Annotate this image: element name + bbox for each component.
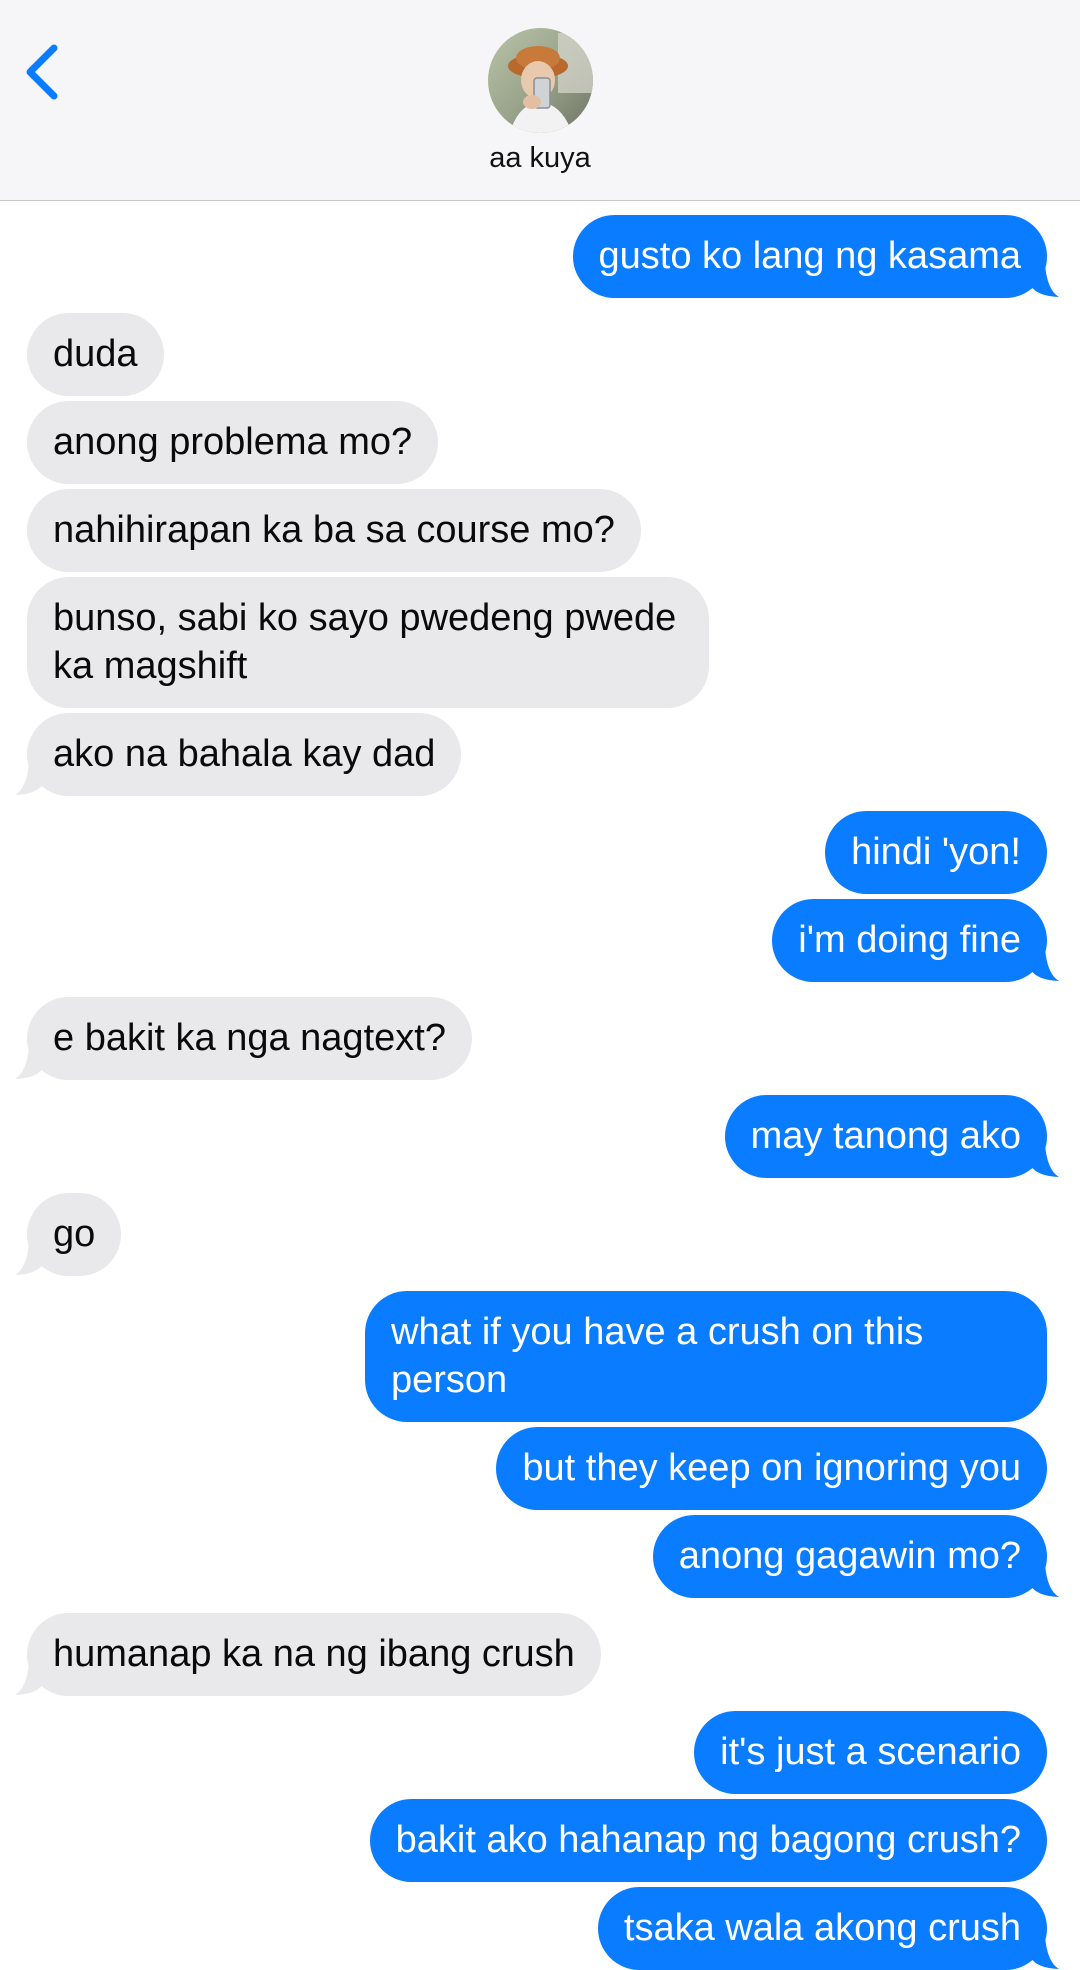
- sent-message-bubble[interactable]: i'm doing fine: [772, 899, 1059, 982]
- message-text: anong problema mo?: [53, 421, 413, 463]
- message-text: bakit ako hahanap ng bagong crush?: [395, 1819, 1021, 1861]
- received-message-row: e bakit ka nga nagtext?: [0, 997, 1080, 1080]
- message-text: nahihirapan ka ba sa course mo?: [53, 509, 615, 551]
- sent-message-bubble[interactable]: but they keep on ignoring you: [496, 1427, 1047, 1510]
- sent-message-bubble[interactable]: hindi 'yon!: [825, 811, 1047, 894]
- received-message-row: anong problema mo?: [0, 401, 1080, 484]
- bubble-tail: [15, 762, 43, 795]
- received-message-bubble[interactable]: go: [15, 1193, 122, 1276]
- message-thread: gusto ko lang ng kasama duda anong problem…: [0, 200, 1080, 1970]
- bubble-tail: [1031, 1144, 1059, 1177]
- sent-message-bubble[interactable]: may tanong ako: [724, 1095, 1059, 1178]
- received-message-row: ako na bahala kay dad: [0, 713, 1080, 796]
- sent-message-bubble[interactable]: tsaka wala akong crush: [597, 1887, 1059, 1970]
- sent-message-bubble[interactable]: anong gagawin mo?: [652, 1515, 1059, 1598]
- sent-message-bubble[interactable]: what if you have a crush on this person: [365, 1291, 1047, 1422]
- contact-avatar-image: [488, 28, 593, 133]
- message-text: what if you have a crush on this person: [391, 1311, 924, 1401]
- received-message-row: duda: [0, 313, 1080, 396]
- bubble-tail: [15, 1242, 43, 1275]
- message-text: anong gagawin mo?: [678, 1535, 1021, 1577]
- sent-message-row: but they keep on ignoring you: [0, 1427, 1080, 1510]
- bubble-tail: [15, 1046, 43, 1079]
- received-message-bubble[interactable]: duda: [27, 313, 164, 396]
- bubble-tail: [1031, 264, 1059, 297]
- message-text: may tanong ako: [750, 1115, 1021, 1157]
- chevron-left-icon: [26, 44, 58, 100]
- received-message-bubble[interactable]: humanap ka na ng ibang crush: [15, 1613, 601, 1696]
- received-message-bubble[interactable]: e bakit ka nga nagtext?: [15, 997, 472, 1080]
- message-text: i'm doing fine: [798, 919, 1021, 961]
- message-text: hindi 'yon!: [851, 831, 1021, 873]
- sent-message-bubble[interactable]: bakit ako hahanap ng bagong crush?: [369, 1799, 1047, 1882]
- message-text: e bakit ka nga nagtext?: [53, 1017, 446, 1059]
- sent-message-row: i'm doing fine: [0, 899, 1080, 982]
- received-message-bubble[interactable]: ako na bahala kay dad: [15, 713, 462, 796]
- message-text: but they keep on ignoring you: [522, 1447, 1021, 1489]
- sent-message-row: may tanong ako: [0, 1095, 1080, 1178]
- bubble-tail: [1031, 1936, 1059, 1969]
- sent-message-row: gusto ko lang ng kasama: [0, 215, 1080, 298]
- received-message-bubble[interactable]: bunso, sabi ko sayo pwedeng pwede ka mag…: [27, 577, 709, 708]
- received-message-row: bunso, sabi ko sayo pwedeng pwede ka mag…: [0, 577, 1080, 708]
- message-text: gusto ko lang ng kasama: [598, 235, 1022, 277]
- message-text: ako na bahala kay dad: [53, 733, 436, 775]
- received-message-row: nahihirapan ka ba sa course mo?: [0, 489, 1080, 572]
- message-text: bunso, sabi ko sayo pwedeng pwede ka mag…: [53, 597, 677, 687]
- back-button[interactable]: [18, 40, 78, 104]
- sent-message-row: hindi 'yon!: [0, 811, 1080, 894]
- bubble-tail: [1031, 1564, 1059, 1597]
- sent-message-row: it's just a scenario: [0, 1711, 1080, 1794]
- message-text: humanap ka na ng ibang crush: [53, 1633, 575, 1675]
- sent-message-row: anong gagawin mo?: [0, 1515, 1080, 1598]
- contact-name[interactable]: aa kuya: [0, 142, 1080, 175]
- avatar[interactable]: [488, 28, 593, 133]
- received-message-bubble[interactable]: anong problema mo?: [27, 401, 439, 484]
- conversation-header: aa kuya: [0, 0, 1080, 201]
- message-text: it's just a scenario: [720, 1731, 1021, 1773]
- message-text: go: [53, 1213, 96, 1255]
- sent-message-row: bakit ako hahanap ng bagong crush?: [0, 1799, 1080, 1882]
- message-text: tsaka wala akong crush: [623, 1907, 1021, 1949]
- message-text: duda: [53, 333, 138, 375]
- sent-message-row: tsaka wala akong crush: [0, 1887, 1080, 1970]
- received-message-bubble[interactable]: nahihirapan ka ba sa course mo?: [27, 489, 641, 572]
- received-message-row: go: [0, 1193, 1080, 1276]
- bubble-tail: [15, 1662, 43, 1695]
- sent-message-bubble[interactable]: gusto ko lang ng kasama: [572, 215, 1059, 298]
- received-message-row: humanap ka na ng ibang crush: [0, 1613, 1080, 1696]
- sent-message-row: what if you have a crush on this person: [0, 1291, 1080, 1422]
- bubble-tail: [1031, 948, 1059, 981]
- sent-message-bubble[interactable]: it's just a scenario: [694, 1711, 1047, 1794]
